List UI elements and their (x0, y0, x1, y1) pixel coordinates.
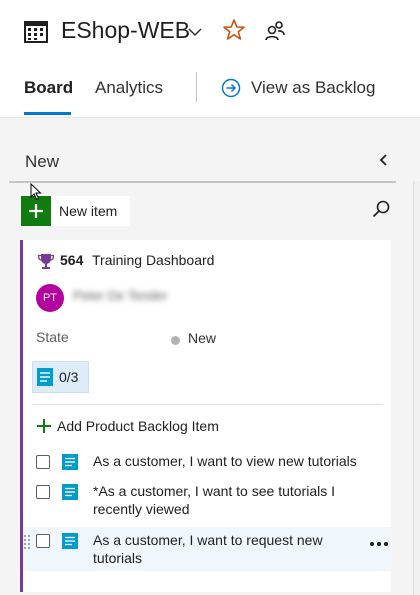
header: EShop-WEB (0, 0, 420, 64)
child-item-title[interactable]: *As a customer, I want to see tutorials … (93, 482, 373, 518)
board-column-area: New New item 564 Training Dashboard PT P… (0, 117, 420, 595)
child-count: 0/3 (59, 369, 79, 385)
backlog-item-icon (62, 533, 78, 549)
tab-separator (196, 72, 197, 102)
child-checkbox[interactable] (36, 534, 50, 548)
tab-bar: Board Analytics View as Backlog (0, 64, 420, 116)
backlog-item-icon (62, 484, 78, 500)
mouse-cursor-icon (30, 183, 42, 201)
team-members-icon[interactable] (263, 19, 287, 43)
trophy-icon (37, 254, 55, 269)
add-product-backlog-item-button[interactable]: Add Product Backlog Item (37, 418, 219, 434)
column-title: New (25, 152, 60, 171)
child-item-title[interactable]: As a customer, I want to request new tut… (93, 531, 373, 567)
search-icon[interactable] (371, 199, 391, 219)
chevron-down-icon[interactable] (187, 25, 203, 39)
next-column-edge (413, 181, 420, 595)
column-body: New item 564 Training Dashboard PT Peter… (9, 181, 396, 595)
arrow-circle-right-icon[interactable] (221, 78, 241, 98)
state-indicator (171, 336, 180, 345)
new-item-label: New item (59, 203, 118, 219)
assignee-name[interactable]: Peter De Tender (73, 288, 167, 303)
view-as-backlog-link[interactable]: View as Backlog (251, 78, 375, 98)
plus-icon (37, 419, 51, 433)
child-checkbox[interactable] (36, 455, 50, 469)
backlog-item-icon (62, 454, 78, 470)
state-value[interactable]: New (188, 330, 216, 346)
child-item[interactable]: *As a customer, I want to see tutorials … (23, 478, 391, 522)
tab-analytics[interactable]: Analytics (95, 78, 163, 98)
card-divider (32, 404, 383, 405)
child-item[interactable]: As a customer, I want to request new tut… (23, 527, 391, 571)
board-grid-icon (24, 21, 48, 43)
selected-tab-indicator (24, 112, 71, 115)
work-item-id: 564 (60, 252, 84, 268)
avatar: PT (36, 284, 64, 312)
child-item-title[interactable]: As a customer, I want to view new tutori… (93, 452, 373, 470)
tab-board[interactable]: Board (24, 78, 73, 98)
avatar-initials: PT (42, 292, 58, 304)
state-label: State (36, 329, 69, 345)
add-product-backlog-item-label: Add Product Backlog Item (57, 418, 219, 434)
chevron-left-icon[interactable] (377, 153, 391, 167)
project-title[interactable]: EShop-WEB (61, 17, 190, 44)
star-icon[interactable] (222, 18, 246, 42)
work-item-card[interactable]: 564 Training Dashboard PT Peter De Tende… (20, 240, 391, 592)
child-checkbox[interactable] (36, 485, 50, 499)
work-item-title[interactable]: Training Dashboard (92, 252, 214, 268)
child-item[interactable]: As a customer, I want to view new tutori… (23, 448, 391, 476)
child-count-badge[interactable]: 0/3 (32, 361, 89, 393)
backlog-item-icon (37, 368, 53, 386)
more-options-icon[interactable] (369, 541, 389, 547)
drag-handle-icon[interactable] (23, 534, 31, 550)
